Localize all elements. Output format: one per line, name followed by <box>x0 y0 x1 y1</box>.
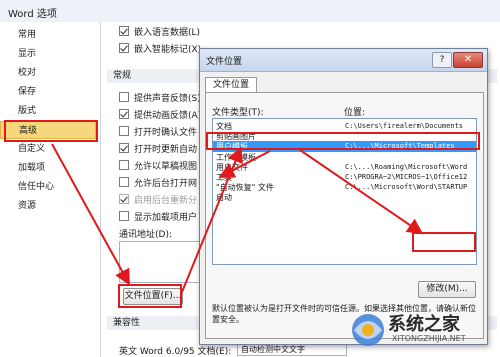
watermark: 系统之家 XITONGZHIJIA.NET <box>348 302 500 357</box>
arrow-to-list <box>218 150 271 178</box>
watermark-text: 系统之家 <box>388 314 460 335</box>
arrow-advanced-to-button <box>51 143 130 286</box>
watermark-url: XITONGZHIJIA.NET <box>392 334 466 343</box>
watermark-logo-icon <box>352 314 384 346</box>
arrow-templates-to-modify <box>299 149 424 235</box>
